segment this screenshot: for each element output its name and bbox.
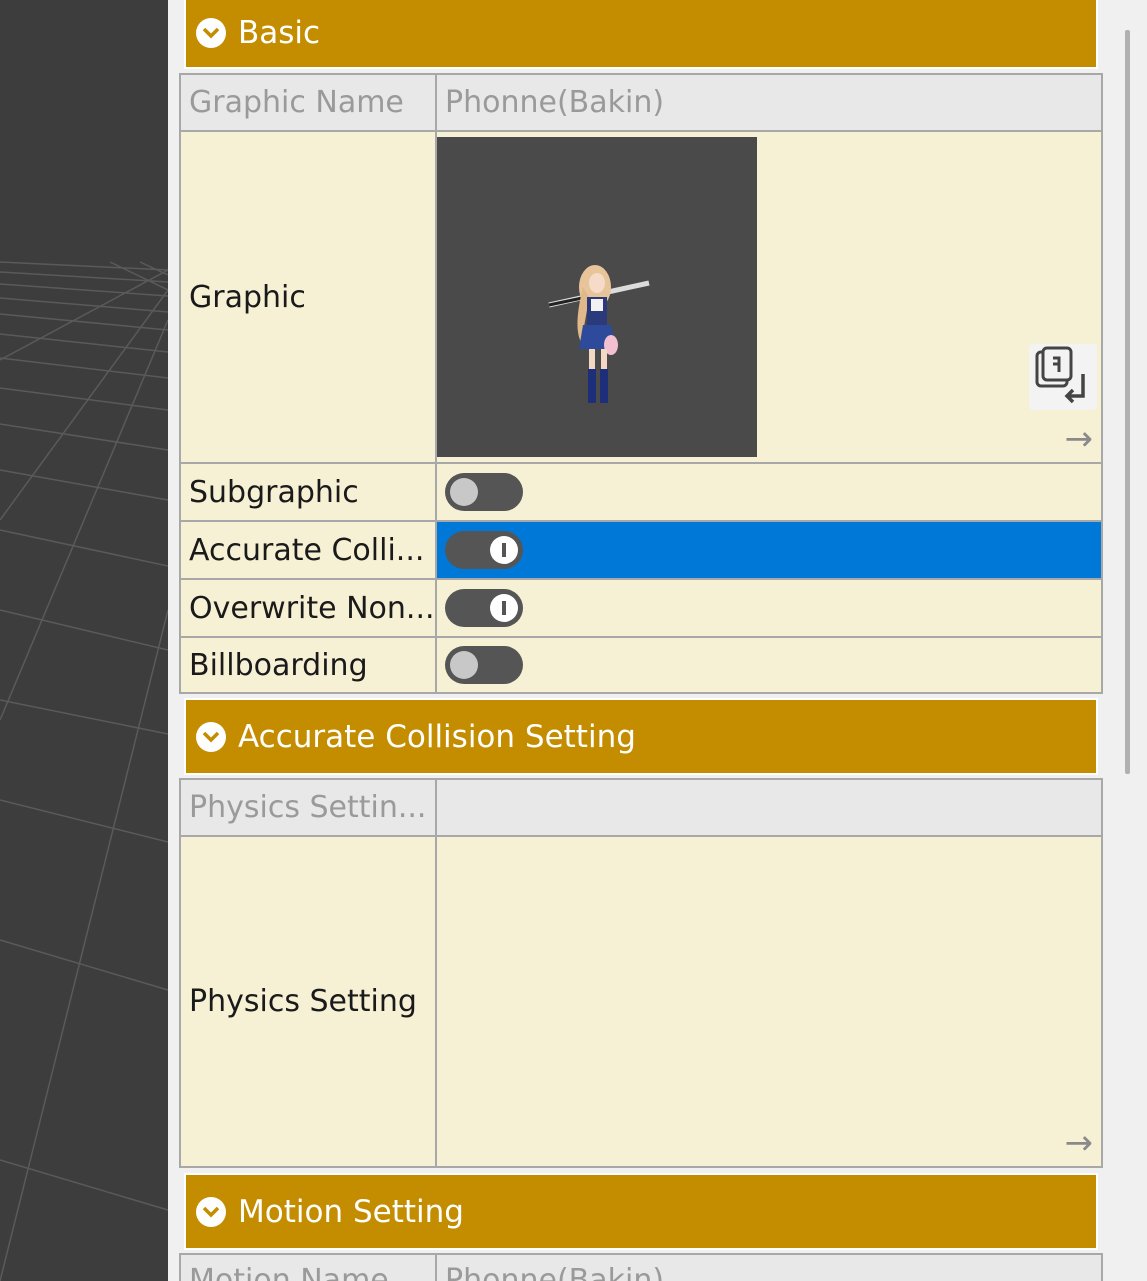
editor-window: Basic Graphic Name Phonne(Bakin) Graphic (0, 0, 1147, 1281)
row-billboarding: Billboarding (179, 638, 1103, 694)
chevron-down-icon (196, 1196, 226, 1227)
graphic-label: Graphic (181, 132, 437, 462)
graphic-value[interactable]: → (437, 132, 1101, 462)
overwrite-non-toggle[interactable] (445, 589, 523, 627)
row-graphic: Graphic → (179, 132, 1103, 464)
row-accurate-collision: Accurate Colli... (179, 522, 1103, 580)
billboarding-toggle[interactable] (445, 646, 523, 684)
swap-graphic-icon[interactable] (1029, 344, 1097, 410)
overwrite-non-label: Overwrite Non... (181, 580, 437, 636)
row-motion-name: Motion Name Phonne(Bakin) (179, 1253, 1103, 1281)
subgraphic-value (437, 464, 1101, 520)
section-title-basic: Basic (238, 14, 321, 51)
chevron-down-icon (196, 721, 226, 752)
motion-name-value: Phonne(Bakin) (445, 1263, 665, 1281)
scene-viewport[interactable] (0, 0, 168, 1281)
chevron-down-icon (196, 17, 226, 48)
motion-name-label: Motion Name (181, 1255, 437, 1281)
overwrite-non-value (437, 580, 1101, 636)
billboarding-value (437, 638, 1101, 692)
arrow-right-icon[interactable]: → (1065, 1126, 1094, 1160)
physics-setting-label: Physics Setting (181, 837, 437, 1166)
section-header-motion[interactable]: Motion Setting (184, 1173, 1098, 1250)
vertical-scrollbar[interactable] (1125, 30, 1130, 774)
toggle-knob (450, 478, 478, 506)
section-title-motion: Motion Setting (238, 1193, 464, 1230)
inspector-panel: Basic Graphic Name Phonne(Bakin) Graphic (168, 0, 1147, 1281)
physics-settin-value (437, 780, 1101, 835)
physics-setting-value[interactable]: → (437, 837, 1101, 1166)
character-preview-image (548, 265, 650, 403)
section-header-collision[interactable]: Accurate Collision Setting (184, 698, 1098, 775)
graphic-thumbnail[interactable] (437, 137, 757, 457)
graphic-name-label: Graphic Name (181, 75, 437, 130)
arrow-right-icon[interactable]: → (1065, 422, 1094, 456)
accurate-collision-label: Accurate Colli... (181, 522, 437, 578)
section-title-collision: Accurate Collision Setting (238, 718, 636, 755)
toggle-knob (490, 536, 518, 564)
billboarding-label: Billboarding (181, 638, 437, 692)
row-overwrite-non: Overwrite Non... (179, 580, 1103, 638)
toggle-knob (450, 651, 478, 679)
section-header-basic[interactable]: Basic (184, 0, 1098, 69)
row-physics-setting: Physics Setting → (179, 837, 1103, 1168)
viewport-grid (0, 261, 168, 1281)
physics-settin-label: Physics Settin... (181, 780, 437, 835)
row-subgraphic: Subgraphic (179, 464, 1103, 522)
graphic-name-value: Phonne(Bakin) (445, 85, 665, 120)
row-physics-settin: Physics Settin... (179, 778, 1103, 837)
toggle-knob (490, 594, 518, 622)
row-graphic-name: Graphic Name Phonne(Bakin) (179, 73, 1103, 132)
subgraphic-label: Subgraphic (181, 464, 437, 520)
accurate-collision-value (437, 522, 1101, 578)
subgraphic-toggle[interactable] (445, 473, 523, 511)
accurate-collision-toggle[interactable] (445, 531, 523, 569)
